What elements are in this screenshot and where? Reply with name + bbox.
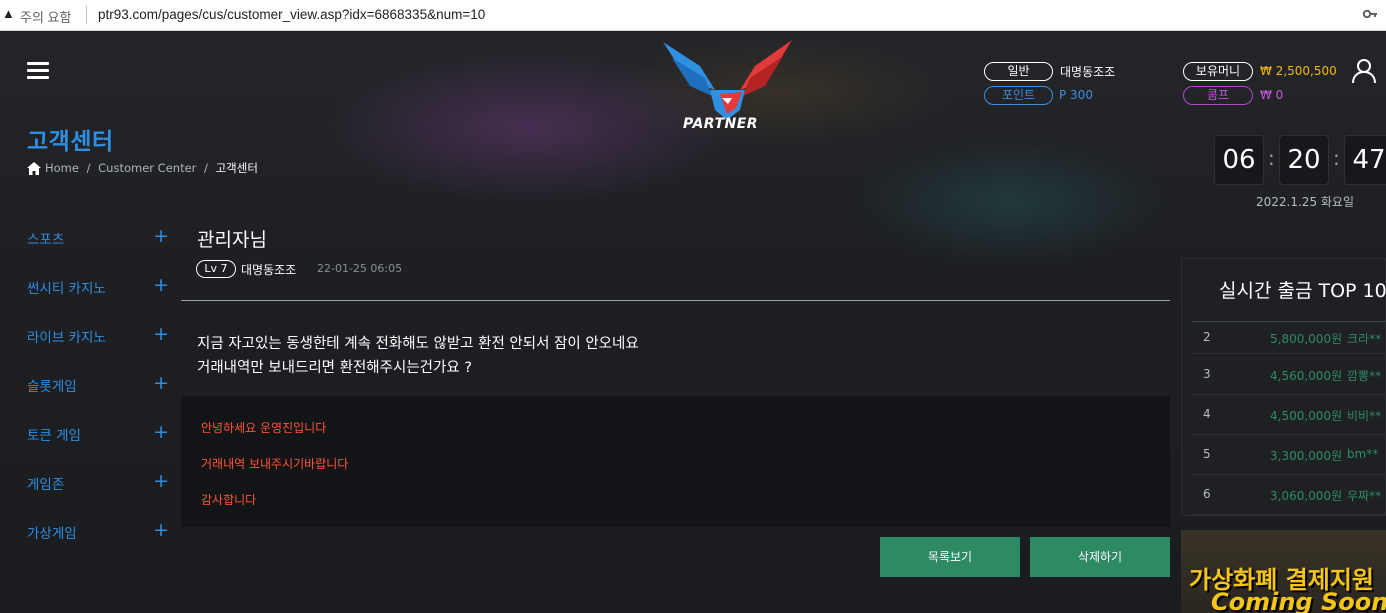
logo-text: PARTNER <box>683 116 759 132</box>
sidebar-item-label: 스포츠 <box>27 232 65 248</box>
plus-icon[interactable]: + <box>153 519 169 541</box>
sidebar-item-live-casino[interactable]: 라이브 카지노 + <box>27 323 169 346</box>
key-icon[interactable] <box>1362 6 1378 25</box>
ranking-rank: 2 <box>1203 330 1211 344</box>
ranking-rank: 3 <box>1203 367 1211 381</box>
sidebar-item-label: 토큰 게임 <box>27 428 81 444</box>
ranking-row: 6 3,060,000원 우짜** <box>1192 475 1386 515</box>
ranking-row: 4 4,500,000원 비비** <box>1192 395 1386 435</box>
nickname: 대명동조조 <box>1060 65 1116 79</box>
ranking-amount: 4,500,000원 <box>1270 409 1343 423</box>
grade-badge: 일반 <box>984 62 1053 81</box>
sidebar-item-game-zone[interactable]: 게임존 + <box>27 470 169 493</box>
security-warning-text[interactable]: 주의 요함 <box>20 7 71 26</box>
breadcrumb-separator: / <box>200 161 212 175</box>
clock-colon: : <box>1333 146 1340 170</box>
plus-icon[interactable]: + <box>153 274 169 296</box>
sidebar-item-virtual-game[interactable]: 가상게임 + <box>27 519 169 542</box>
post-body-line: 지금 자고있는 동생한테 계속 전화해도 않받고 환전 안되서 잠이 안오네요 <box>197 336 639 352</box>
level-badge: Lv 7 <box>196 260 236 278</box>
ranking-name: 크라** <box>1347 332 1382 346</box>
sidebar-item-label: 라이브 카지노 <box>27 330 106 346</box>
sidebar-item-label: 가상게임 <box>27 526 77 542</box>
breadcrumb-home[interactable]: Home <box>45 161 79 175</box>
money-value: ₩ 2,500,500 <box>1260 64 1337 78</box>
ranking-row: 3 4,560,000원 깜뽕** <box>1192 355 1386 395</box>
ranking-title: 실시간 출금 TOP 10 <box>1219 280 1386 302</box>
breadcrumb-section[interactable]: Customer Center <box>98 161 196 175</box>
post-divider <box>181 300 1170 301</box>
ranking-rank: 5 <box>1203 447 1211 461</box>
sidebar-item-label: 썬시티 카지노 <box>27 281 106 297</box>
admin-reply-box: 안녕하세요 운영진입니다 거래내역 보내주시기바랍니다 감사합니다 <box>181 396 1170 527</box>
reply-line: 안녕하세요 운영진입니다 <box>201 421 327 435</box>
post-author: 대명동조조 <box>241 263 297 277</box>
clock-seconds: 47 <box>1344 135 1386 185</box>
plus-icon[interactable]: + <box>153 372 169 394</box>
url-field[interactable]: ptr93.com/pages/cus/customer_view.asp?id… <box>98 7 485 22</box>
plus-icon[interactable]: + <box>153 470 169 492</box>
crypto-payment-banner[interactable]: 가상화폐 결제지원 Coming Soon <box>1181 530 1386 613</box>
reply-line: 감사합니다 <box>201 493 257 507</box>
plus-icon[interactable]: + <box>153 323 169 345</box>
menu-icon[interactable] <box>27 62 49 79</box>
clock-date: 2022.1.25 화요일 <box>1256 195 1355 209</box>
breadcrumb-separator: / <box>82 161 95 175</box>
clock-hours: 06 <box>1214 135 1264 185</box>
post-date: 22-01-25 06:05 <box>317 262 403 275</box>
ranking-amount: 5,800,000원 <box>1270 332 1343 346</box>
withdraw-ranking-panel: 실시간 출금 TOP 10 2 5,800,000원 크라** 3 4,560,… <box>1181 258 1386 516</box>
comp-value: ₩ 0 <box>1260 88 1284 102</box>
warning-triangle-icon[interactable]: ▲ <box>2 6 15 21</box>
site-page: PARTNER 일반 대명동조조 포인트 P 300 보유머니 ₩ 2,500,… <box>0 32 1386 613</box>
sidebar-item-sports[interactable]: 스포츠 + <box>27 225 169 248</box>
reply-line: 거래내역 보내주시기바랍니다 <box>201 457 349 471</box>
list-button[interactable]: 목록보기 <box>880 537 1020 577</box>
delete-button[interactable]: 삭제하기 <box>1030 537 1170 577</box>
sidebar-item-slot-game[interactable]: 슬롯게임 + <box>27 372 169 395</box>
sidebar-item-label: 슬롯게임 <box>27 379 77 395</box>
browser-address-bar: ▲ 주의 요함 ptr93.com/pages/cus/customer_vie… <box>0 0 1386 31</box>
ranking-name: bm** <box>1347 447 1379 461</box>
plus-icon[interactable]: + <box>153 421 169 443</box>
ranking-amount: 3,300,000원 <box>1270 449 1343 463</box>
user-icon[interactable] <box>1351 58 1377 84</box>
point-badge[interactable]: 포인트 <box>984 86 1053 105</box>
clock-colon: : <box>1268 146 1275 170</box>
address-divider <box>86 6 87 24</box>
page-title: 고객센터 <box>27 129 114 155</box>
post-body-line: 거래내역만 보내드리면 환전해주시는건가요 ? <box>197 360 472 376</box>
post-title: 관리자님 <box>197 229 267 251</box>
ranking-amount: 4,560,000원 <box>1270 369 1343 383</box>
comp-badge[interactable]: 콤프 <box>1183 86 1253 105</box>
ranking-row: 2 5,800,000원 크라** <box>1192 322 1386 354</box>
ranking-row: 5 3,300,000원 bm** <box>1192 435 1386 475</box>
ranking-name: 비비** <box>1347 409 1382 423</box>
ranking-rank: 4 <box>1203 407 1211 421</box>
ranking-name: 깜뽕** <box>1347 369 1382 383</box>
clock-minutes: 20 <box>1279 135 1329 185</box>
ranking-name: 우짜** <box>1347 489 1382 503</box>
money-badge[interactable]: 보유머니 <box>1183 62 1253 81</box>
banner-subline: Coming Soon <box>1211 588 1386 613</box>
ranking-amount: 3,060,000원 <box>1270 489 1343 503</box>
breadcrumb: Home / Customer Center / 고객센터 <box>27 160 258 176</box>
sidebar-item-label: 게임존 <box>27 477 65 493</box>
sidebar-item-token-game[interactable]: 토큰 게임 + <box>27 421 169 444</box>
breadcrumb-current: 고객센터 <box>215 161 258 175</box>
point-value: P 300 <box>1059 88 1093 102</box>
ranking-rank: 6 <box>1203 487 1211 501</box>
plus-icon[interactable]: + <box>153 225 169 247</box>
sidebar-item-suncity-casino[interactable]: 썬시티 카지노 + <box>27 274 169 297</box>
home-icon[interactable] <box>27 161 41 175</box>
